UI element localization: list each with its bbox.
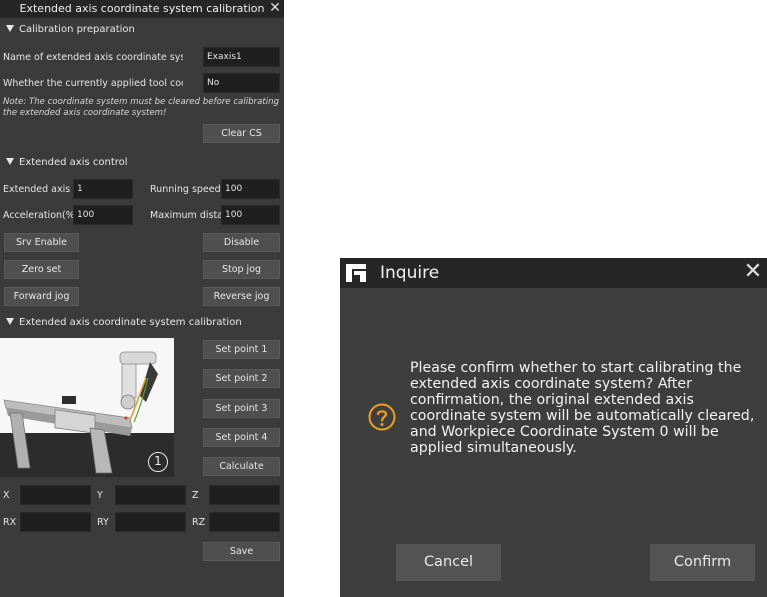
rz-field[interactable] — [209, 512, 280, 532]
disable-button[interactable]: Disable — [203, 233, 280, 252]
set-point-3-button[interactable]: Set point 3 — [203, 399, 280, 418]
forward-jog-button[interactable]: Forward jog — [4, 287, 79, 306]
section-axis-cs-calibration[interactable]: Extended axis coordinate system calibrat… — [6, 317, 242, 328]
srv-enable-button[interactable]: Srv Enable — [4, 233, 79, 252]
rz-label: RZ — [192, 517, 206, 528]
set-point-1-button[interactable]: Set point 1 — [203, 340, 280, 359]
section-calibration-preparation[interactable]: Calibration preparation — [6, 24, 135, 35]
max-distance-field[interactable]: 100 — [221, 205, 280, 225]
ry-label: RY — [97, 517, 109, 528]
triangle-down-icon — [6, 157, 14, 165]
section-extended-axis-control[interactable]: Extended axis control — [6, 157, 128, 168]
tool-applied-label: Whether the currently applied tool coord… — [3, 78, 183, 89]
rx-label: RX — [3, 517, 17, 528]
y-field[interactable] — [115, 485, 186, 505]
z-field[interactable] — [209, 485, 280, 505]
confirm-button[interactable]: Confirm — [650, 544, 755, 581]
close-icon[interactable]: ✕ — [268, 0, 282, 18]
calibration-illustration: 1 — [0, 338, 174, 477]
cancel-button[interactable]: Cancel — [396, 544, 501, 581]
triangle-down-icon — [6, 317, 14, 325]
calibration-panel: Extended axis coordinate system calibrat… — [0, 0, 284, 597]
running-speed-label: Running speed(% — [150, 184, 222, 195]
point-marker: 1 — [148, 452, 168, 472]
tool-applied-field[interactable]: No — [203, 73, 280, 93]
set-point-4-button[interactable]: Set point 4 — [203, 428, 280, 447]
axis-number-field[interactable]: 1 — [73, 179, 133, 199]
close-icon[interactable]: ✕ — [742, 259, 764, 285]
app-logo-icon — [346, 264, 366, 282]
question-icon — [368, 403, 396, 431]
running-speed-field[interactable]: 100 — [221, 179, 280, 199]
rx-field[interactable] — [20, 512, 91, 532]
panel-title: Extended axis coordinate system calibrat… — [19, 2, 265, 15]
clear-cs-button[interactable]: Clear CS — [203, 124, 280, 143]
axis-number-label: Extended axis nu — [3, 184, 73, 195]
inquire-dialog: Inquire ✕ Please confirm whether to star… — [340, 258, 767, 597]
cs-name-field[interactable]: Exaxis1 — [203, 47, 280, 67]
acceleration-field[interactable]: 100 — [73, 205, 133, 225]
save-button[interactable]: Save — [203, 542, 280, 561]
max-distance-label: Maximum distan — [150, 210, 222, 221]
acceleration-label: Acceleration(%) — [3, 210, 75, 221]
dialog-message: Please confirm whether to start calibrat… — [410, 360, 755, 456]
dialog-title: Inquire — [380, 263, 440, 283]
zero-set-button[interactable]: Zero set — [4, 260, 79, 279]
ry-field[interactable] — [115, 512, 186, 532]
reverse-jog-button[interactable]: Reverse jog — [203, 287, 280, 306]
dialog-header: Inquire ✕ — [340, 258, 767, 288]
triangle-down-icon — [6, 24, 14, 32]
x-field[interactable] — [20, 485, 91, 505]
stop-jog-button[interactable]: Stop jog — [203, 260, 280, 279]
clear-note: Note: The coordinate system must be clea… — [3, 97, 280, 118]
panel-titlebar: Extended axis coordinate system calibrat… — [0, 0, 284, 18]
set-point-2-button[interactable]: Set point 2 — [203, 369, 280, 388]
x-label: X — [3, 490, 10, 501]
z-label: Z — [192, 490, 199, 501]
cs-name-label: Name of extended axis coordinate system — [3, 52, 183, 63]
y-label: Y — [97, 490, 103, 501]
calculate-button[interactable]: Calculate — [203, 457, 280, 476]
